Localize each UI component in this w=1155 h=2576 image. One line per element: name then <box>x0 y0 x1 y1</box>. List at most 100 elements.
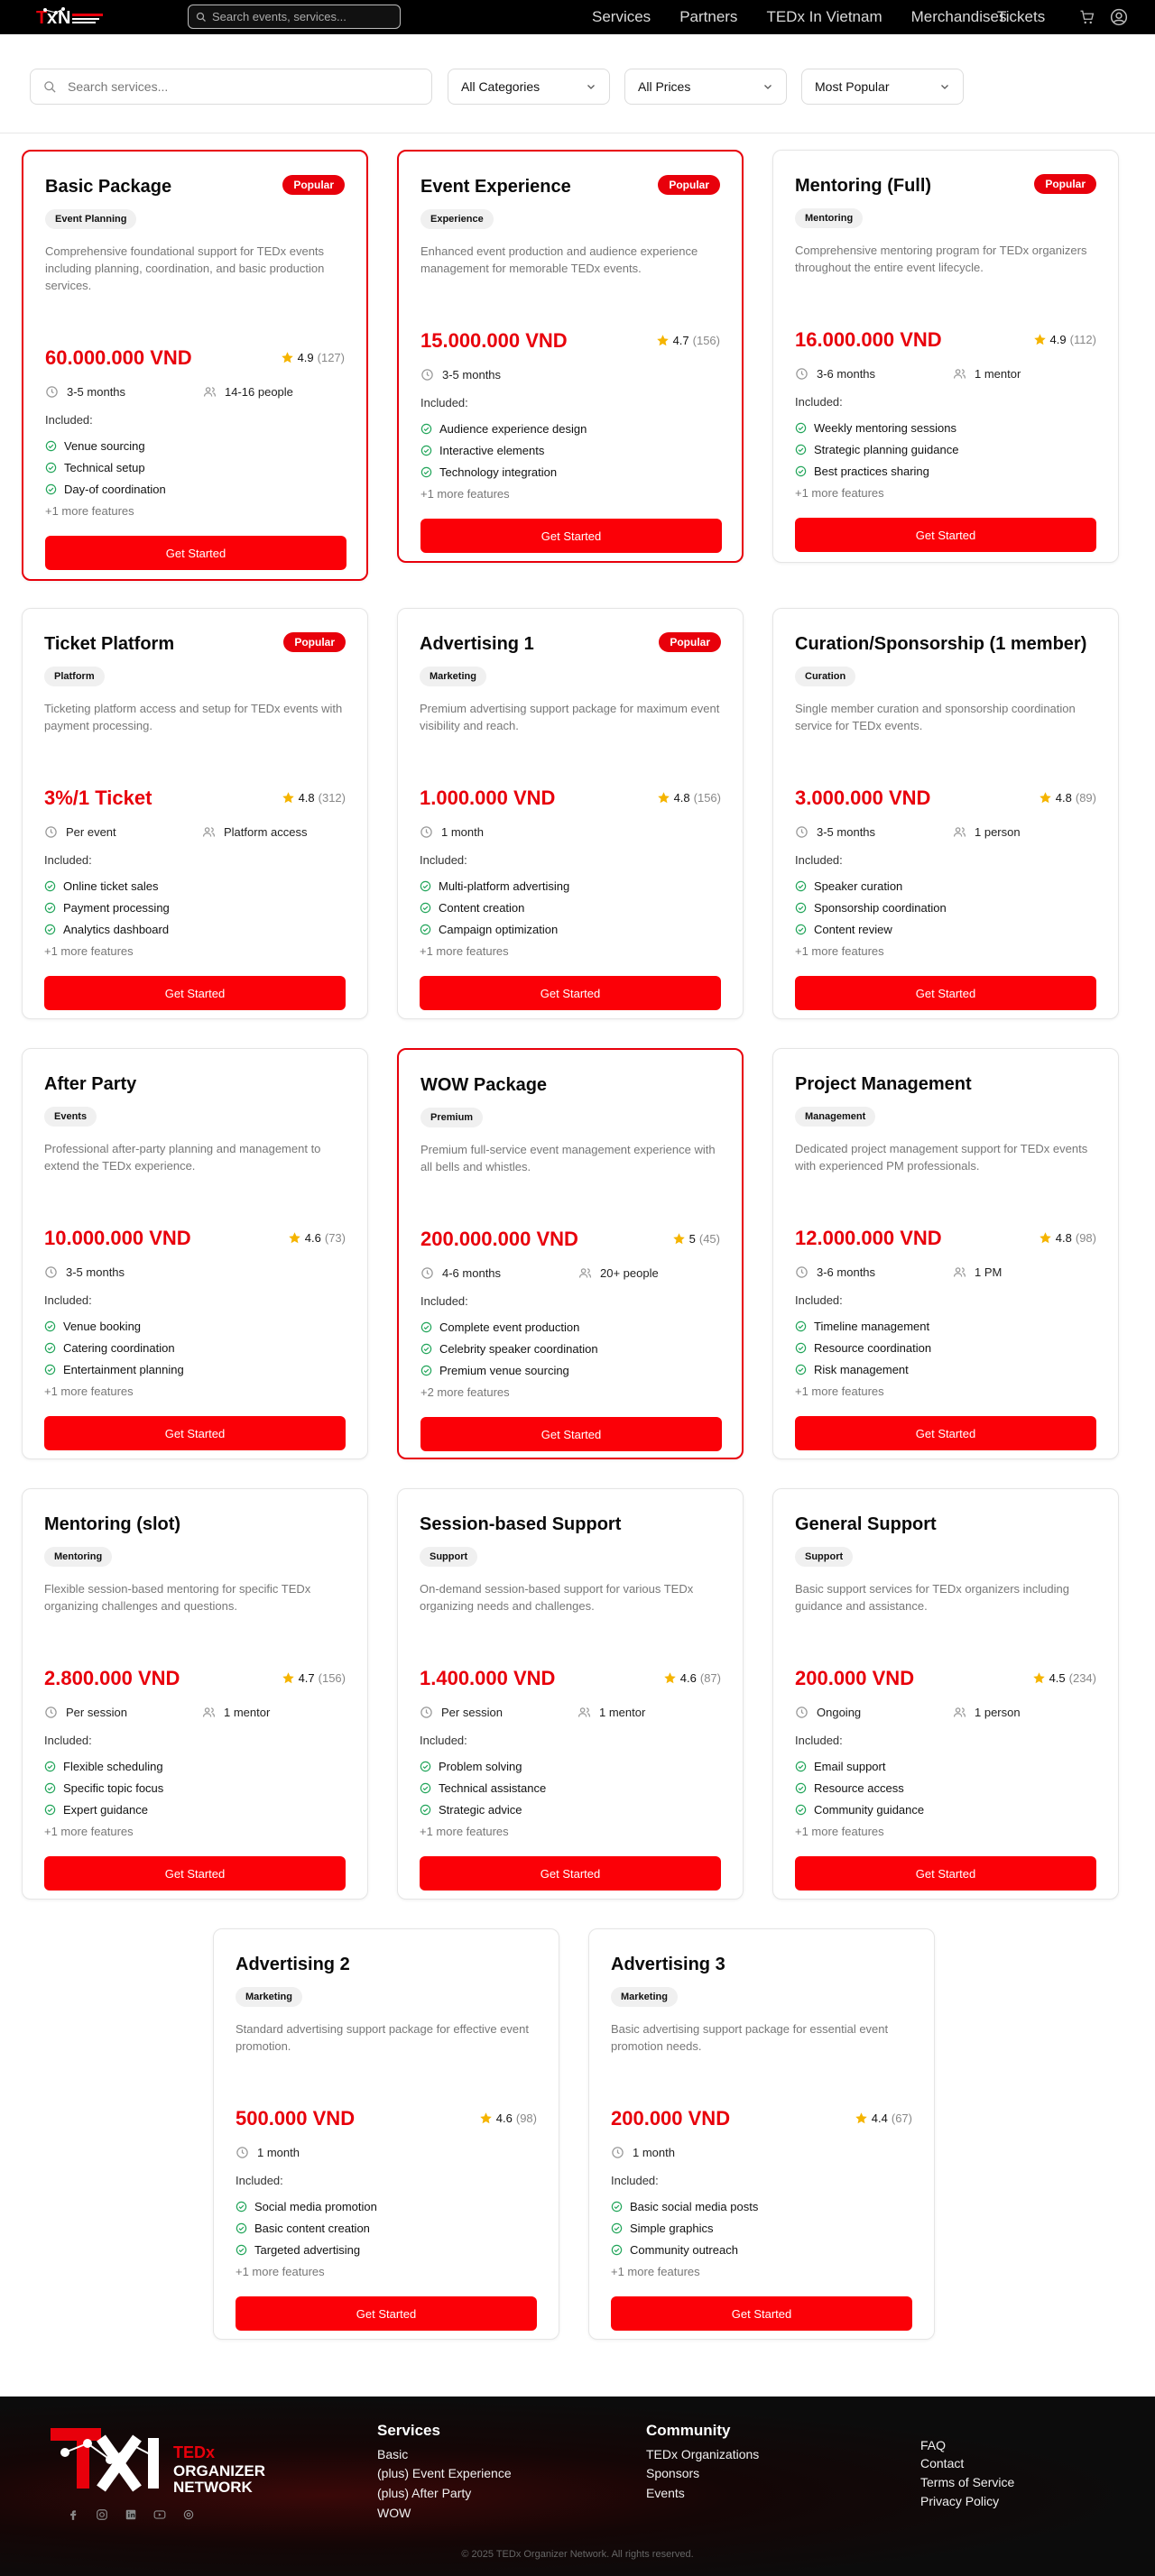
footer-link-tedx-organizations[interactable]: TEDx Organizations <box>646 2447 759 2461</box>
service-search-box[interactable] <box>30 69 432 105</box>
get-started-button[interactable]: Get Started <box>795 976 1096 1010</box>
more-features[interactable]: +1 more features <box>795 486 884 500</box>
get-started-button[interactable]: Get Started <box>420 1856 721 1891</box>
user-icon[interactable] <box>1110 8 1128 26</box>
footer-link-event-experience[interactable]: (plus) Event Experience <box>377 2466 512 2480</box>
price-select[interactable]: All Prices <box>624 69 787 105</box>
footer-link-basic[interactable]: Basic <box>377 2447 408 2461</box>
nav-link-partners[interactable]: Partners <box>679 8 737 26</box>
users-icon <box>203 387 217 397</box>
nav-search-input[interactable] <box>212 10 393 23</box>
cart-icon[interactable] <box>1079 9 1095 25</box>
brand-logo[interactable]: T x N <box>36 5 105 29</box>
feature-text: Audience experience design <box>439 422 587 436</box>
service-card[interactable]: WOW Package Premium Premium full-service e… <box>397 1048 744 1459</box>
linkedin-icon[interactable] <box>125 2508 137 2521</box>
footer-link-privacy[interactable]: Privacy Policy <box>920 2494 999 2508</box>
service-card[interactable]: Advertising 1 Popular Marketing Premium adv… <box>397 608 744 1019</box>
service-card[interactable]: Mentoring (slot) Mentoring Flexible sessio… <box>22 1488 368 1900</box>
get-started-button[interactable]: Get Started <box>44 1856 346 1891</box>
footer-logo[interactable]: TEDx ORGANIZER NETWORK <box>47 2425 300 2498</box>
nav-link-tickets[interactable]: Tickets <box>997 8 1045 26</box>
service-card[interactable]: Ticket Platform Popular Platform Ticketing … <box>22 608 368 1019</box>
footer-link-faq[interactable]: FAQ <box>920 2438 946 2452</box>
feature-text: Celebrity speaker coordination <box>439 1342 598 1356</box>
instagram-icon[interactable] <box>96 2508 108 2521</box>
get-started-button[interactable]: Get Started <box>420 1417 722 1451</box>
more-features[interactable]: +1 more features <box>795 944 884 958</box>
review-count: (156) <box>693 791 721 805</box>
more-features[interactable]: +1 more features <box>44 944 134 958</box>
footer-link-terms[interactable]: Terms of Service <box>920 2475 1014 2489</box>
nav-link-merchandises[interactable]: Merchandises <box>911 8 1007 26</box>
more-features[interactable]: +1 more features <box>420 1825 509 1838</box>
service-card[interactable]: Mentoring (Full) Popular Mentoring Comprehe… <box>772 150 1119 563</box>
more-features[interactable]: +1 more features <box>236 2265 325 2278</box>
get-started-button[interactable]: Get Started <box>420 976 721 1010</box>
footer-link-wow[interactable]: WOW <box>377 2506 411 2520</box>
feature-item: Interactive elements <box>420 444 544 457</box>
category-select[interactable]: All Categories <box>448 69 610 105</box>
duration-value: 3-6 months <box>817 1265 876 1279</box>
included-label: Included: <box>236 2174 283 2187</box>
nav-search-box[interactable] <box>188 5 401 29</box>
service-price: 500.000 VND <box>236 2107 356 2130</box>
footer-link-after-party[interactable]: (plus) After Party <box>377 2486 471 2500</box>
feature-text: Risk management <box>814 1363 909 1376</box>
service-card[interactable]: General Support Support Basic support serv… <box>772 1488 1119 1900</box>
get-started-button[interactable]: Get Started <box>45 536 346 570</box>
service-card[interactable]: Session-based Support Support On-demand se… <box>397 1488 744 1900</box>
check-circle-icon <box>45 462 57 474</box>
footer-link-sponsors[interactable]: Sponsors <box>646 2466 699 2480</box>
get-started-button[interactable]: Get Started <box>795 1416 1096 1450</box>
more-features[interactable]: +1 more features <box>611 2265 700 2278</box>
review-count: (45) <box>698 1232 720 1246</box>
service-title: Mentoring (slot) <box>44 1514 181 1534</box>
star-icon <box>282 792 294 804</box>
service-card[interactable]: Project Management Management Dedicated pr… <box>772 1048 1119 1459</box>
footer-link-contact[interactable]: Contact <box>920 2456 964 2470</box>
get-started-button[interactable]: Get Started <box>795 518 1096 552</box>
review-count: (73) <box>324 1231 346 1245</box>
youtube-icon[interactable] <box>152 2508 168 2521</box>
more-features[interactable]: +1 more features <box>44 1385 134 1398</box>
more-features[interactable]: +2 more features <box>420 1385 510 1399</box>
service-card[interactable]: After Party Events Professional after-part… <box>22 1048 368 1459</box>
check-circle-icon <box>44 1782 56 1794</box>
service-search-input[interactable] <box>68 79 411 94</box>
get-started-button[interactable]: Get Started <box>611 2296 912 2331</box>
more-features[interactable]: +1 more features <box>795 1385 884 1398</box>
service-card[interactable]: Advertising 2 Marketing Standard advertisi… <box>213 1928 559 2340</box>
more-features[interactable]: +1 more features <box>420 944 509 958</box>
nav-link-tedx-in-vietnam[interactable]: TEDx In Vietnam <box>766 8 882 26</box>
service-card[interactable]: Advertising 3 Marketing Basic advertising … <box>588 1928 935 2340</box>
duration: 3-5 months <box>420 368 501 382</box>
rating-value: 4.8 <box>1055 791 1072 805</box>
get-started-button[interactable]: Get Started <box>795 1856 1096 1891</box>
rating-value: 4.9 <box>1049 333 1067 346</box>
facebook-icon[interactable] <box>67 2508 79 2521</box>
service-card[interactable]: Basic Package Popular Event Planning Compre… <box>22 150 368 581</box>
get-started-button[interactable]: Get Started <box>44 976 346 1010</box>
service-card[interactable]: Event Experience Popular Experience Enhance… <box>397 150 744 563</box>
more-features[interactable]: +1 more features <box>795 1825 884 1838</box>
service-title: Curation/Sponsorship (1 member) <box>795 634 1087 654</box>
threads-icon[interactable] <box>182 2508 195 2521</box>
popular-badge: Popular <box>659 632 721 652</box>
service-meta: Per session 1 mentor <box>420 1706 726 1719</box>
service-description: Dedicated project management support for… <box>795 1142 1088 1173</box>
feature-item: Technology integration <box>420 465 557 479</box>
service-title: Ticket Platform <box>44 634 175 654</box>
more-features[interactable]: +1 more features <box>420 487 510 501</box>
footer-link-events[interactable]: Events <box>646 2486 685 2500</box>
service-card[interactable]: Curation/Sponsorship (1 member) Curation S… <box>772 608 1119 1019</box>
feature-text: Day-of coordination <box>64 483 166 496</box>
get-started-button[interactable]: Get Started <box>420 519 722 553</box>
nav-link-services[interactable]: Services <box>592 8 651 26</box>
sort-select[interactable]: Most Popular <box>801 69 964 105</box>
get-started-button[interactable]: Get Started <box>44 1416 346 1450</box>
get-started-button[interactable]: Get Started <box>236 2296 537 2331</box>
more-features[interactable]: +1 more features <box>44 1825 134 1838</box>
more-features[interactable]: +1 more features <box>45 504 134 518</box>
team-size-value: 20+ people <box>600 1266 659 1280</box>
